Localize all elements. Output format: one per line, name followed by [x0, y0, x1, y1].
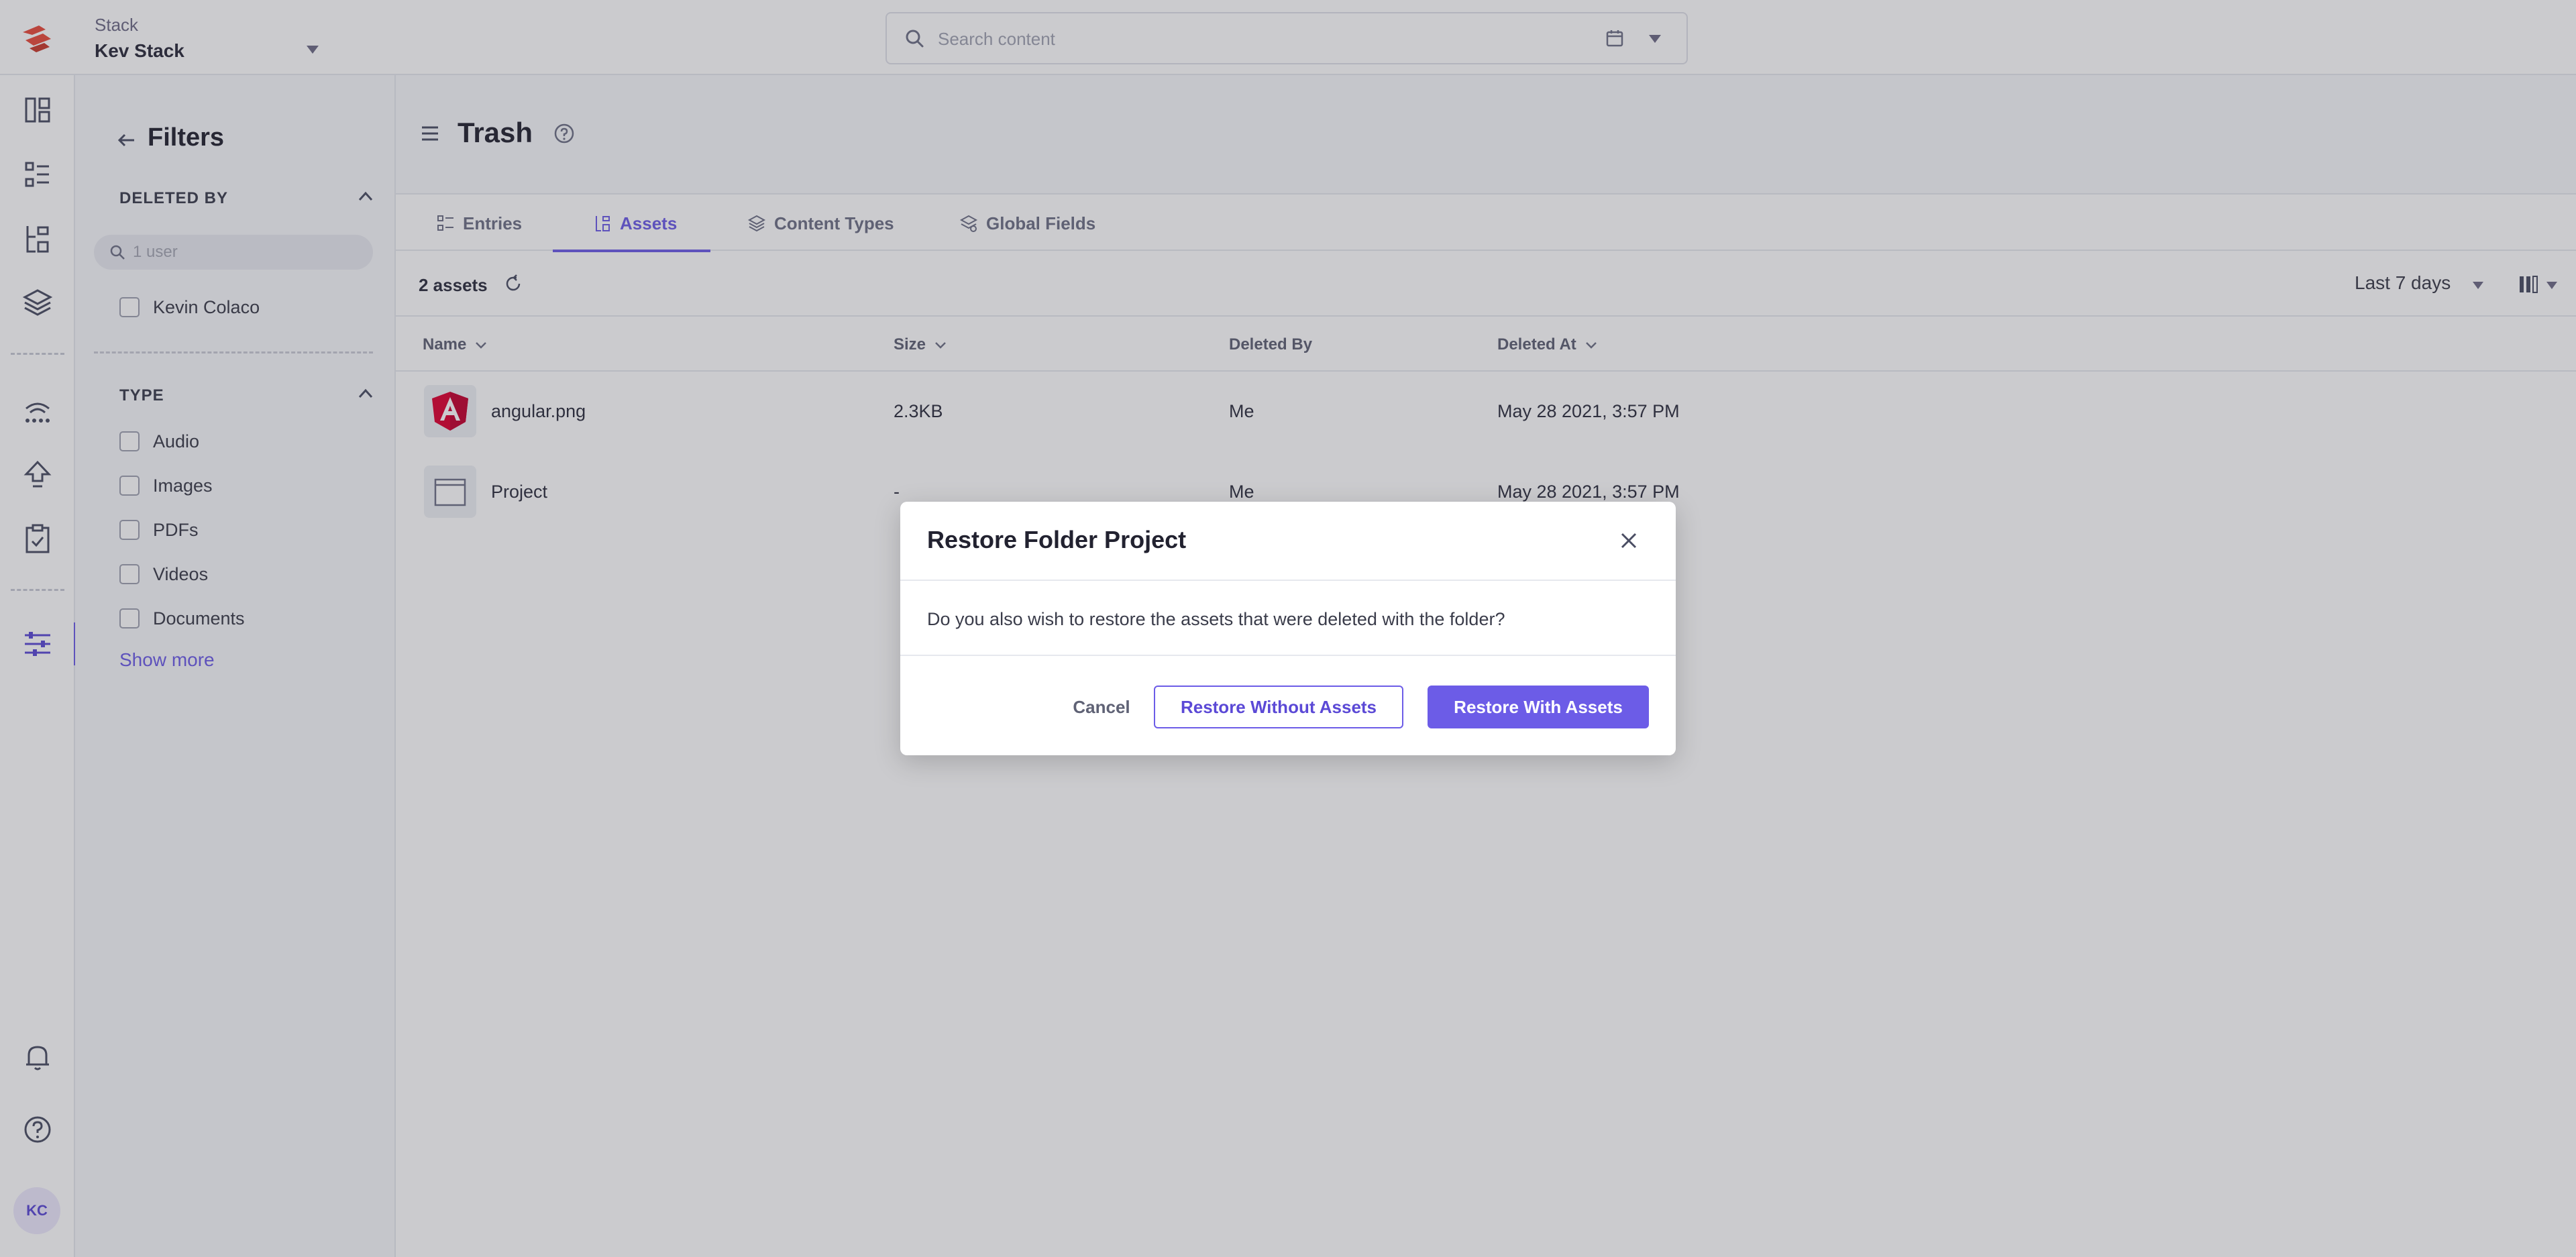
- restore-with-assets-button[interactable]: Restore With Assets: [1428, 686, 1649, 728]
- modal-title: Restore Folder Project: [927, 526, 1187, 553]
- cancel-button[interactable]: Cancel: [1034, 686, 1169, 728]
- app-window: Stack Kev Stack Search content KC Filter…: [0, 0, 2576, 1257]
- restore-folder-modal: Restore Folder Project Do you also wish …: [900, 502, 1676, 755]
- modal-body: Do you also wish to restore the assets t…: [900, 582, 1676, 656]
- close-icon[interactable]: [1615, 527, 1642, 554]
- modal-message: Do you also wish to restore the assets t…: [927, 609, 1505, 629]
- modal-header: Restore Folder Project: [900, 502, 1676, 581]
- restore-without-assets-button[interactable]: Restore Without Assets: [1154, 686, 1403, 728]
